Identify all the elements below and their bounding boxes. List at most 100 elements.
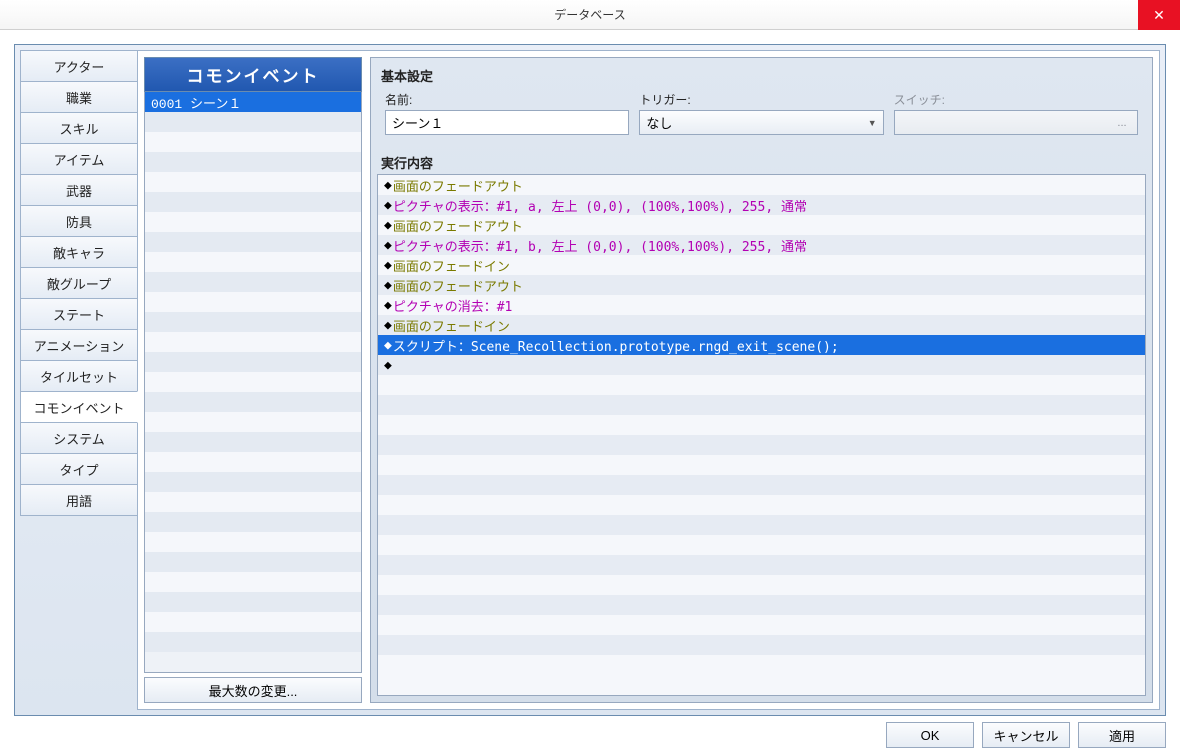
command-row[interactable] (378, 535, 1145, 555)
command-row[interactable] (378, 555, 1145, 575)
event-list-row[interactable] (145, 412, 361, 432)
close-button[interactable]: ✕ (1138, 0, 1180, 30)
main-panel: アクター職業スキルアイテム武器防具敵キャラ敵グループステートアニメーションタイル… (14, 44, 1166, 716)
command-row[interactable]: ◆画面のフェードイン (378, 255, 1145, 275)
tab-12[interactable]: システム (20, 422, 138, 454)
command-row[interactable] (378, 655, 1145, 675)
event-list-row[interactable] (145, 112, 361, 132)
event-list-row[interactable] (145, 392, 361, 412)
diamond-icon: ◆ (384, 358, 392, 373)
basic-settings-title: 基本設定 (377, 64, 1146, 87)
event-list-row[interactable] (145, 492, 361, 512)
command-row[interactable] (378, 415, 1145, 435)
command-row[interactable] (378, 395, 1145, 415)
command-row[interactable]: ◆画面のフェードアウト (378, 175, 1145, 195)
tab-10[interactable]: タイルセット (20, 360, 138, 392)
event-list-row[interactable] (145, 432, 361, 452)
event-list-row[interactable] (145, 152, 361, 172)
tab-2[interactable]: スキル (20, 112, 138, 144)
diamond-icon: ◆ (384, 218, 392, 233)
tab-13[interactable]: タイプ (20, 453, 138, 485)
event-list-row[interactable] (145, 352, 361, 372)
trigger-select[interactable]: なし ▼ (639, 110, 883, 135)
command-row[interactable]: ◆ピクチャの表示：#1, b, 左上 (0,0), (100%,100%), 2… (378, 235, 1145, 255)
command-row[interactable] (378, 635, 1145, 655)
trigger-label: トリガー: (639, 91, 883, 108)
command-row[interactable]: ◆ピクチャの消去：#1 (378, 295, 1145, 315)
command-row[interactable]: ◆ピクチャの表示：#1, a, 左上 (0,0), (100%,100%), 2… (378, 195, 1145, 215)
command-row[interactable] (378, 595, 1145, 615)
event-list-row[interactable] (145, 632, 361, 652)
command-row[interactable] (378, 495, 1145, 515)
diamond-icon: ◆ (384, 318, 392, 333)
command-row[interactable]: ◆画面のフェードアウト (378, 275, 1145, 295)
tab-3[interactable]: アイテム (20, 143, 138, 175)
change-max-button[interactable]: 最大数の変更... (144, 677, 362, 703)
command-row[interactable] (378, 475, 1145, 495)
diamond-icon: ◆ (384, 298, 392, 313)
event-list-row[interactable] (145, 312, 361, 332)
name-input[interactable] (385, 110, 629, 135)
command-text: 画面のフェードアウト (393, 276, 523, 295)
tab-7[interactable]: 敵グループ (20, 267, 138, 299)
event-list-row[interactable] (145, 552, 361, 572)
command-row[interactable]: ◆画面のフェードイン (378, 315, 1145, 335)
tab-4[interactable]: 武器 (20, 174, 138, 206)
event-list-row[interactable] (145, 332, 361, 352)
tab-6[interactable]: 敵キャラ (20, 236, 138, 268)
event-list-row[interactable] (145, 472, 361, 492)
event-list-row[interactable] (145, 612, 361, 632)
command-row[interactable] (378, 455, 1145, 475)
event-list-row[interactable] (145, 172, 361, 192)
event-list-row[interactable] (145, 212, 361, 232)
command-row[interactable] (378, 375, 1145, 395)
cancel-button[interactable]: キャンセル (982, 722, 1070, 748)
exec-title: 実行内容 (377, 151, 1146, 174)
tab-8[interactable]: ステート (20, 298, 138, 330)
event-list-row[interactable] (145, 252, 361, 272)
event-list-row[interactable] (145, 452, 361, 472)
command-row[interactable] (378, 575, 1145, 595)
category-tabs: アクター職業スキルアイテム武器防具敵キャラ敵グループステートアニメーションタイル… (20, 50, 138, 710)
command-row[interactable] (378, 515, 1145, 535)
event-list-row[interactable] (145, 572, 361, 592)
event-list-row[interactable] (145, 272, 361, 292)
command-text: スクリプト：Scene_Recollection.prototype.rngd_… (393, 336, 839, 355)
event-list-row[interactable] (145, 132, 361, 152)
tab-1[interactable]: 職業 (20, 81, 138, 113)
command-list[interactable]: ◆画面のフェードアウト◆ピクチャの表示：#1, a, 左上 (0,0), (10… (377, 174, 1146, 696)
command-text: 画面のフェードイン (393, 316, 510, 335)
trigger-value: なし (646, 113, 672, 132)
command-row[interactable]: ◆ (378, 355, 1145, 375)
tab-14[interactable]: 用語 (20, 484, 138, 516)
switch-select: ... (894, 110, 1138, 135)
event-list-row[interactable]: 0001 シーン１ (145, 92, 361, 112)
dialog-buttons: OK キャンセル 適用 (14, 716, 1166, 748)
diamond-icon: ◆ (384, 238, 392, 253)
event-list-row[interactable] (145, 512, 361, 532)
switch-chooser: ... (1111, 114, 1133, 132)
close-icon: ✕ (1153, 7, 1165, 24)
diamond-icon: ◆ (384, 278, 392, 293)
tab-5[interactable]: 防具 (20, 205, 138, 237)
name-label: 名前: (385, 91, 629, 108)
event-list-row[interactable] (145, 292, 361, 312)
command-row[interactable] (378, 435, 1145, 455)
event-list-row[interactable] (145, 592, 361, 612)
event-list[interactable]: 0001 シーン１ (144, 92, 362, 673)
diamond-icon: ◆ (384, 178, 392, 193)
command-row[interactable]: ◆画面のフェードアウト (378, 215, 1145, 235)
command-text: 画面のフェードアウト (393, 176, 523, 195)
command-row[interactable]: ◆スクリプト：Scene_Recollection.prototype.rngd… (378, 335, 1145, 355)
event-list-row[interactable] (145, 372, 361, 392)
apply-button[interactable]: 適用 (1078, 722, 1166, 748)
command-row[interactable] (378, 615, 1145, 635)
ok-button[interactable]: OK (886, 722, 974, 748)
tab-0[interactable]: アクター (20, 50, 138, 82)
event-list-row[interactable] (145, 232, 361, 252)
event-list-row[interactable] (145, 532, 361, 552)
tab-11[interactable]: コモンイベント (20, 391, 138, 423)
event-list-row[interactable] (145, 192, 361, 212)
detail-panel: 基本設定 名前: トリガー: なし ▼ (370, 57, 1153, 703)
tab-9[interactable]: アニメーション (20, 329, 138, 361)
